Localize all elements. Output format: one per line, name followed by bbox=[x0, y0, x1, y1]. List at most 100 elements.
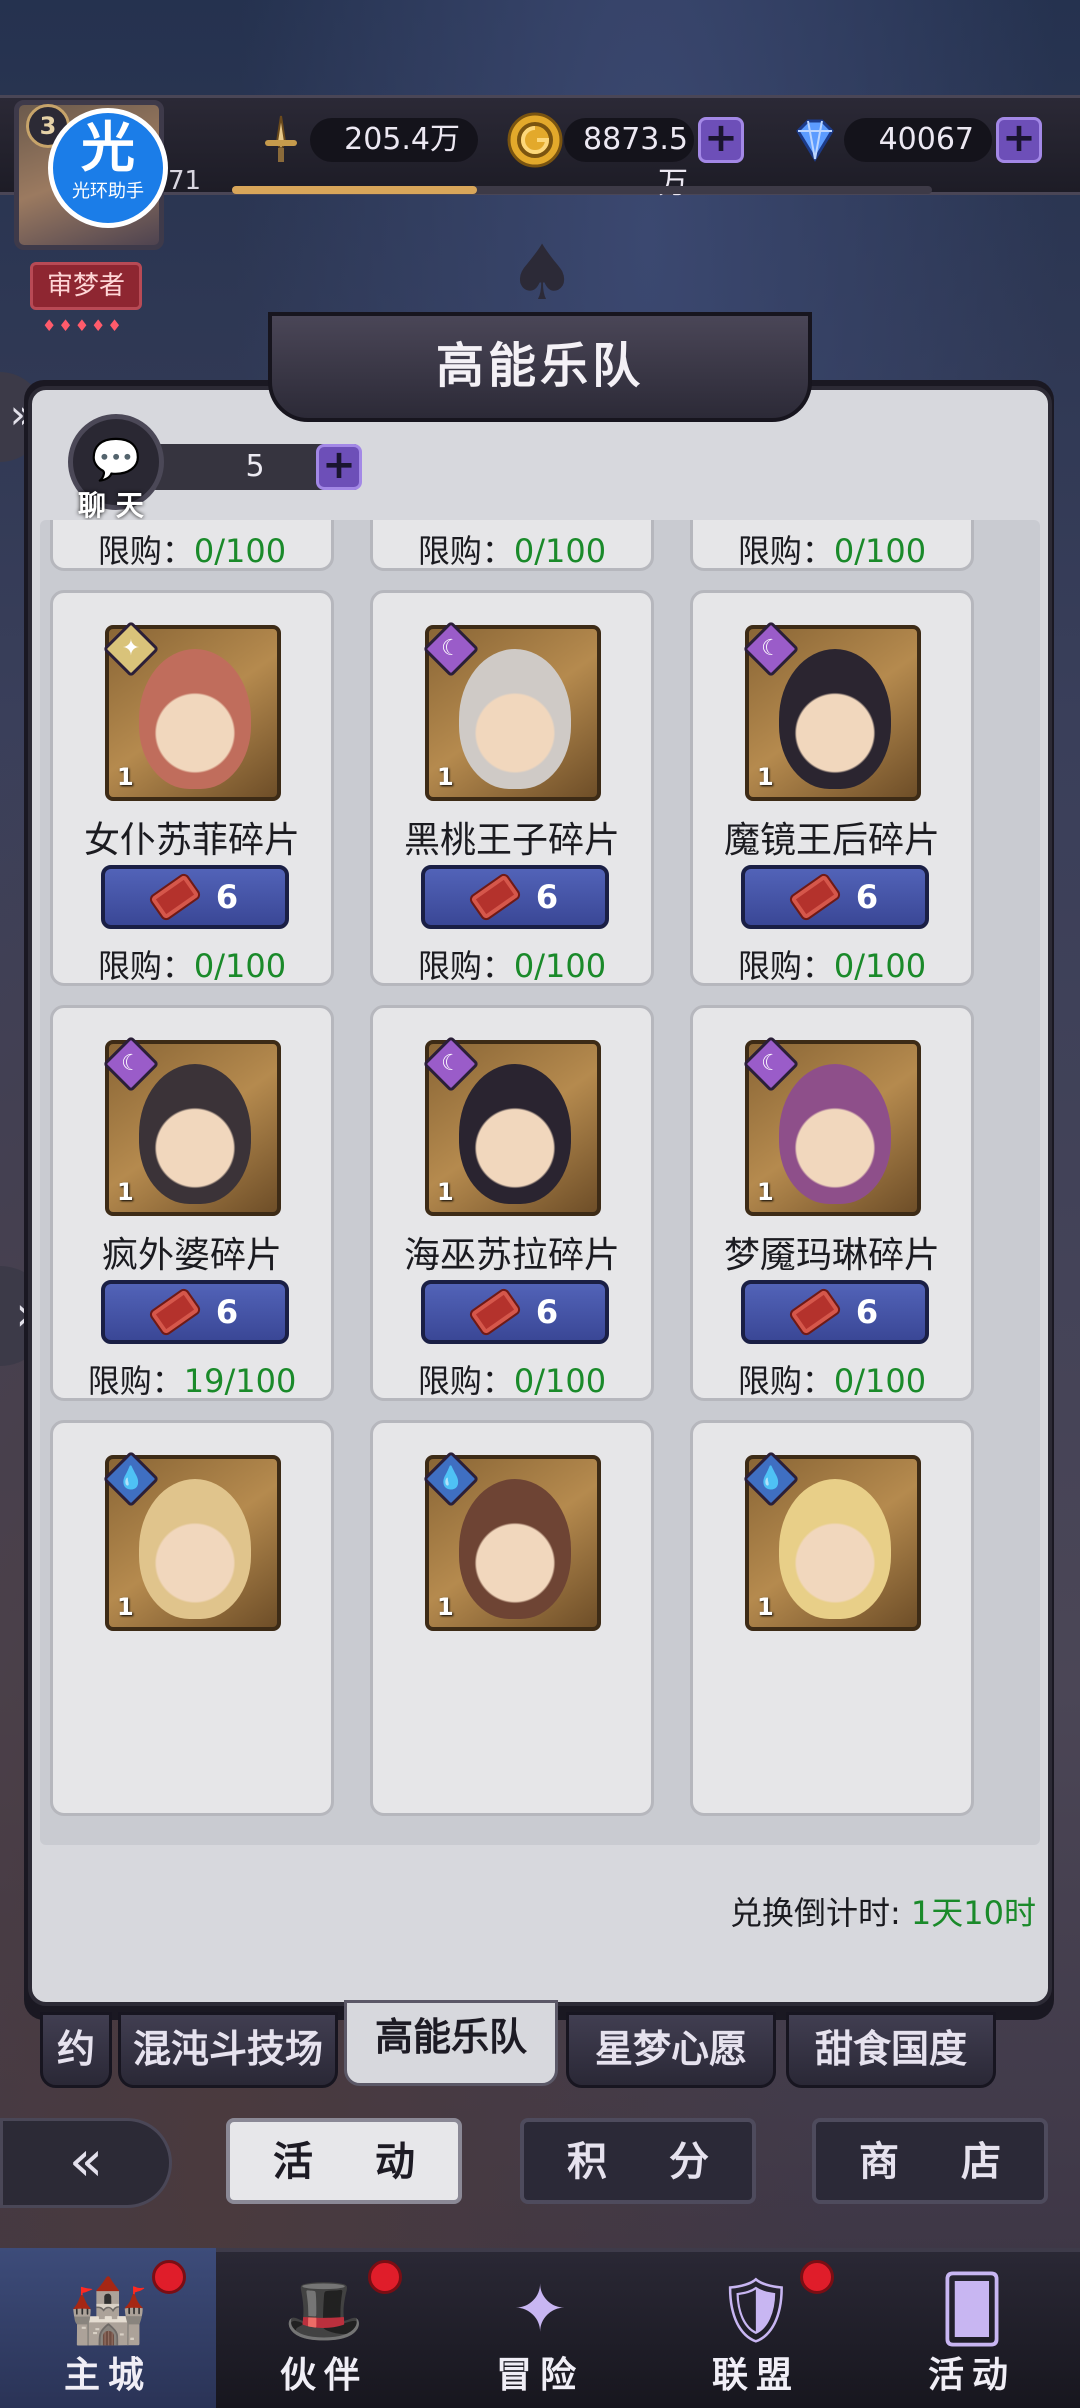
panel-title: 高能乐队 bbox=[268, 312, 812, 422]
purchase-limit: 限购：19/100 bbox=[53, 1356, 331, 1402]
limit-value: 0/100 bbox=[833, 532, 927, 570]
notification-dot bbox=[368, 2260, 402, 2294]
gold-coin-icon bbox=[506, 111, 564, 169]
hat-icon: 🎩 bbox=[284, 2273, 364, 2348]
exp-bar-fill bbox=[232, 186, 477, 194]
purchase-limit: 限购：0/100 bbox=[53, 526, 331, 572]
back-button[interactable]: « bbox=[0, 2118, 172, 2208]
chat-label: 聊 天 bbox=[78, 489, 144, 522]
nav-activities[interactable]: 🂠 活动 bbox=[864, 2248, 1080, 2408]
gold-display: 8873.5万 + bbox=[506, 110, 744, 201]
nav-adventure[interactable]: ✦ 冒险 bbox=[432, 2248, 648, 2408]
logo-mark: 光 bbox=[81, 116, 135, 179]
fragment-name: 海巫苏拉碎片 bbox=[403, 1235, 620, 1276]
purchase-limit: 限购：0/100 bbox=[373, 526, 651, 572]
shop-item-card[interactable]: 1 ☾ 魔镜王后碎片 6 限购：0/100 bbox=[690, 590, 974, 986]
fragment-quantity: 1 bbox=[757, 763, 774, 791]
notification-dot bbox=[800, 2260, 834, 2294]
countdown-label: 兑换倒计时: bbox=[729, 1894, 901, 1932]
tab-high-energy-band[interactable]: 高能乐队 bbox=[344, 2000, 558, 2086]
buy-price-button[interactable]: 6 bbox=[101, 1280, 289, 1344]
ticket-icon bbox=[787, 871, 843, 923]
add-gold-button[interactable]: + bbox=[698, 117, 744, 163]
limit-value: 0/100 bbox=[193, 947, 287, 985]
buy-price-button[interactable]: 6 bbox=[421, 865, 609, 929]
shop-item-card[interactable]: 1 ☾ 梦魇玛琳碎片 6 限购：0/100 bbox=[690, 1005, 974, 1401]
limit-label: 限购： bbox=[97, 947, 194, 985]
shop-item-card[interactable]: 1 💧 bbox=[370, 1420, 654, 1816]
nav-main-city[interactable]: 🏰 主城 bbox=[0, 2248, 216, 2408]
shop-item-card[interactable]: 1 ✦ 女仆苏菲碎片 6 限购：0/100 bbox=[50, 590, 334, 986]
price-amount: 6 bbox=[215, 1293, 239, 1331]
purchase-limit: 限购：0/100 bbox=[693, 941, 971, 987]
shop-item-card[interactable]: 1 ☾ 黑桃王子碎片 6 限购：0/100 bbox=[370, 590, 654, 986]
buy-price-button[interactable]: 6 bbox=[741, 1280, 929, 1344]
chat-bubble-icon: 💬 bbox=[91, 437, 141, 483]
event-tabs: 约 混沌斗技场 高能乐队 星梦心愿 甜食国度 bbox=[0, 2000, 1080, 2090]
shop-grid-viewport[interactable]: 1白马王子碎片6限购：0/100 1真假公主碎片6限购：0/100 1桃乐茜碎片6限… bbox=[40, 520, 1040, 1845]
gem-display: 40067 + bbox=[786, 110, 1042, 170]
fragment-name: 黑桃王子碎片 bbox=[403, 820, 620, 861]
role-tag[interactable]: 审梦者 bbox=[30, 262, 142, 310]
purchase-limit: 限购：0/100 bbox=[693, 526, 971, 572]
purchase-limit: 限购：0/100 bbox=[373, 1356, 651, 1402]
water-element-icon-glyph: 💧 bbox=[437, 1466, 465, 1491]
character-portrait bbox=[139, 1064, 251, 1204]
limit-label: 限购： bbox=[737, 532, 834, 570]
nav-partners[interactable]: 🎩 伙伴 bbox=[216, 2248, 432, 2408]
tab-star-dream-wish[interactable]: 星梦心愿 bbox=[566, 2012, 776, 2088]
buy-price-button[interactable]: 6 bbox=[101, 865, 289, 929]
character-portrait bbox=[139, 1479, 251, 1619]
mode-activity-button[interactable]: 活 动 bbox=[226, 2118, 462, 2204]
notification-dot bbox=[152, 2260, 186, 2294]
diamond-icon bbox=[786, 111, 844, 169]
tab-sweets-kingdom[interactable]: 甜食国度 bbox=[786, 2012, 996, 2088]
moon-element-icon-glyph: ☾ bbox=[441, 636, 461, 661]
ticket-icon bbox=[147, 871, 203, 923]
tab-event-partial[interactable]: 约 bbox=[40, 2012, 112, 2088]
shop-item-card[interactable]: 1 ☾ 疯外婆碎片 6 限购：19/100 bbox=[50, 1005, 334, 1401]
fragment-name: 梦魇玛琳碎片 bbox=[723, 1235, 940, 1276]
logo-text: 光环助手 bbox=[72, 181, 144, 202]
role-stars: ♦♦♦♦♦ bbox=[42, 316, 124, 335]
buy-price-button[interactable]: 6 bbox=[741, 865, 929, 929]
shop-item-card[interactable]: 1 💧 bbox=[690, 1420, 974, 1816]
shop-item-card[interactable]: 1白马王子碎片6限购：0/100 bbox=[50, 520, 334, 571]
countdown-value: 1天10时 bbox=[910, 1894, 1036, 1932]
buy-price-button[interactable]: 6 bbox=[421, 1280, 609, 1344]
shop-item-card[interactable]: 1 💧 bbox=[50, 1420, 334, 1816]
add-gems-button[interactable]: + bbox=[996, 117, 1042, 163]
limit-value: 0/100 bbox=[833, 947, 927, 985]
purchase-limit: 限购：0/100 bbox=[693, 1356, 971, 1402]
limit-value: 0/100 bbox=[513, 947, 607, 985]
tab-chaos-arena[interactable]: 混沌斗技场 bbox=[118, 2012, 338, 2088]
power-display: 205.4万 bbox=[252, 110, 478, 170]
fragment-name: 魔镜王后碎片 bbox=[723, 820, 940, 861]
power-value: 205.4万 bbox=[310, 118, 478, 162]
shop-item-card[interactable]: 1真假公主碎片6限购：0/100 bbox=[370, 520, 654, 571]
light-element-icon-glyph: ✦ bbox=[121, 636, 141, 661]
nav-label: 活动 bbox=[927, 2355, 1016, 2396]
character-portrait bbox=[779, 1479, 891, 1619]
mode-points-button[interactable]: 积 分 bbox=[520, 2118, 756, 2204]
shop-item-card[interactable]: 1桃乐茜碎片6限购：0/100 bbox=[690, 520, 974, 571]
limit-value: 0/100 bbox=[513, 1362, 607, 1400]
ticket-icon bbox=[467, 871, 523, 923]
price-amount: 6 bbox=[535, 1293, 559, 1331]
purchase-limit: 限购：0/100 bbox=[53, 941, 331, 987]
mode-shop-button[interactable]: 商 店 bbox=[812, 2118, 1048, 2204]
character-portrait bbox=[459, 1479, 571, 1619]
add-chat-button[interactable]: + bbox=[316, 444, 362, 490]
nav-label: 冒险 bbox=[495, 2355, 584, 2396]
compass-icon: ✦ bbox=[513, 2273, 567, 2347]
price-amount: 6 bbox=[215, 878, 239, 916]
character-portrait bbox=[779, 1064, 891, 1204]
nav-alliance[interactable]: 🛡 联盟 bbox=[648, 2248, 864, 2408]
limit-value: 0/100 bbox=[193, 532, 287, 570]
gold-value: 8873.5万 bbox=[564, 118, 694, 201]
moon-element-icon-glyph: ☾ bbox=[761, 1051, 781, 1076]
ticket-icon bbox=[467, 1286, 523, 1338]
character-portrait bbox=[779, 649, 891, 789]
nav-label: 联盟 bbox=[711, 2355, 800, 2396]
shop-item-card[interactable]: 1 ☾ 海巫苏拉碎片 6 限购：0/100 bbox=[370, 1005, 654, 1401]
